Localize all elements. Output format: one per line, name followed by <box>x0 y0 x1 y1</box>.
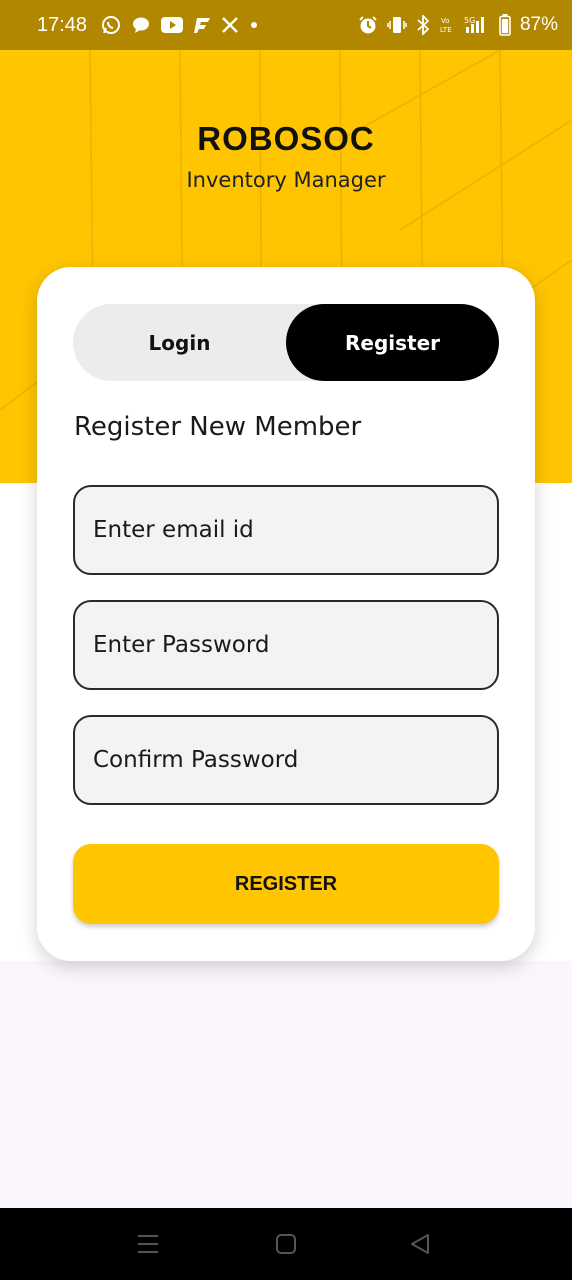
confirm-password-field[interactable] <box>73 715 499 805</box>
home-icon[interactable] <box>272 1230 300 1258</box>
tab-register[interactable]: Register <box>286 304 499 381</box>
alarm-icon <box>358 15 378 35</box>
status-right: Vo LTE 5G 87% <box>358 14 558 36</box>
tab-login[interactable]: Login <box>73 304 286 381</box>
signal-5g-icon: 5G <box>464 15 490 35</box>
battery-icon <box>499 14 511 36</box>
message-icon <box>131 16 151 34</box>
bluetooth-icon <box>416 15 430 35</box>
svg-text:5G: 5G <box>464 16 475 25</box>
status-time: 17:48 <box>37 13 88 36</box>
system-nav-bar <box>0 1208 572 1280</box>
vibrate-icon <box>387 15 407 35</box>
volte-icon: Vo LTE <box>439 15 455 35</box>
recents-icon[interactable] <box>134 1230 162 1258</box>
app-subtitle: Inventory Manager <box>186 168 386 192</box>
email-field[interactable] <box>73 485 499 575</box>
status-bar: 17:48 Vo LTE 5G 87% <box>0 0 572 50</box>
svg-text:Vo: Vo <box>441 17 450 25</box>
back-icon[interactable] <box>406 1230 434 1258</box>
x-icon <box>221 16 239 34</box>
register-button[interactable]: REGISTER <box>73 844 499 924</box>
flipboard-icon <box>193 16 211 34</box>
battery-percentage: 87% <box>519 14 558 35</box>
form-title: Register New Member <box>74 412 362 442</box>
auth-card: Login Register Register New Member REGIS… <box>37 267 535 961</box>
dot-icon <box>249 20 259 30</box>
youtube-icon <box>161 17 184 33</box>
password-field[interactable] <box>73 600 499 690</box>
app-title: ROBOSOC <box>197 120 375 157</box>
svg-text:LTE: LTE <box>440 26 452 34</box>
auth-toggle: Login Register <box>73 304 499 381</box>
whatsapp-icon <box>101 15 121 35</box>
status-left: 17:48 <box>37 14 259 37</box>
